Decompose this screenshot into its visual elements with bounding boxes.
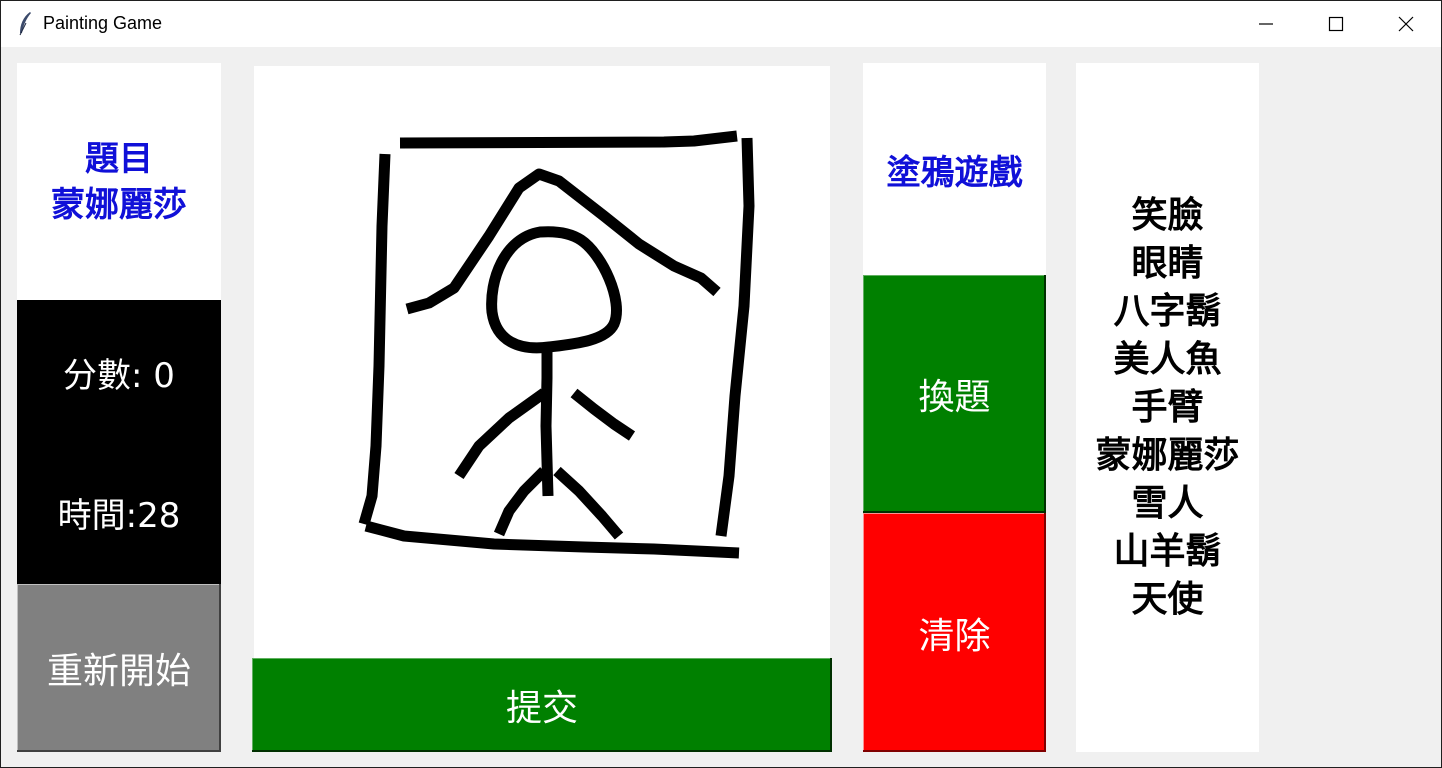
stroke-leg-right <box>553 466 624 540</box>
submit-button[interactable]: 提交 <box>252 658 832 752</box>
stroke-head <box>486 226 622 354</box>
list-item: 蒙娜麗莎 <box>1095 434 1240 476</box>
stroke-leg-left <box>493 467 548 537</box>
stroke-frame-bottom <box>364 520 740 559</box>
list-item: 八字鬍 <box>1113 290 1222 332</box>
game-title: 塗鴉遊戲 <box>886 152 1023 193</box>
feather-icon <box>19 12 31 36</box>
stroke-frame-left <box>358 153 391 526</box>
word-list: 笑臉 眼睛 八字鬍 美人魚 手臂 蒙娜麗莎 雪人 山羊鬍 天使 <box>1076 63 1259 752</box>
title-bar[interactable]: Painting Game <box>1 1 1441 47</box>
list-item: 笑臉 <box>1131 194 1204 236</box>
restart-button[interactable]: 重新開始 <box>17 584 221 752</box>
close-icon <box>1398 16 1414 32</box>
minimize-button[interactable] <box>1231 1 1301 47</box>
drawing-strokes <box>358 130 755 559</box>
stroke-frame-top <box>399 130 738 149</box>
list-item: 天使 <box>1131 578 1204 620</box>
change-topic-button[interactable]: 換題 <box>863 275 1046 513</box>
clear-button[interactable]: 清除 <box>863 513 1046 752</box>
drawing-canvas[interactable] <box>254 66 830 658</box>
topic-word: 蒙娜麗莎 <box>51 184 187 225</box>
list-item: 雪人 <box>1131 482 1204 524</box>
maximize-icon <box>1328 16 1344 32</box>
stroke-hair <box>405 168 721 315</box>
maximize-button[interactable] <box>1301 1 1371 47</box>
minimize-icon <box>1259 23 1273 25</box>
app-window: Painting Game 題目 蒙娜麗莎 分數: 0 時間:28 重新開始 提… <box>0 0 1442 768</box>
stroke-body <box>540 343 554 497</box>
score-label: 分數: 0 <box>63 356 175 396</box>
topic-panel: 題目 蒙娜麗莎 <box>17 63 221 300</box>
stroke-arm-left <box>454 388 548 480</box>
close-button[interactable] <box>1371 1 1441 47</box>
window-title: Painting Game <box>43 13 163 33</box>
list-item: 手臂 <box>1131 386 1204 428</box>
list-item: 美人魚 <box>1113 338 1222 380</box>
list-item: 山羊鬍 <box>1113 530 1222 572</box>
stroke-arm-right <box>570 388 636 441</box>
topic-heading: 題目 <box>85 138 153 179</box>
game-title-panel: 塗鴉遊戲 <box>863 63 1046 275</box>
timer-label: 時間:28 <box>57 496 181 536</box>
list-item: 眼睛 <box>1131 242 1204 284</box>
stroke-frame-right <box>715 137 755 537</box>
score-panel: 分數: 0 時間:28 <box>17 300 221 584</box>
